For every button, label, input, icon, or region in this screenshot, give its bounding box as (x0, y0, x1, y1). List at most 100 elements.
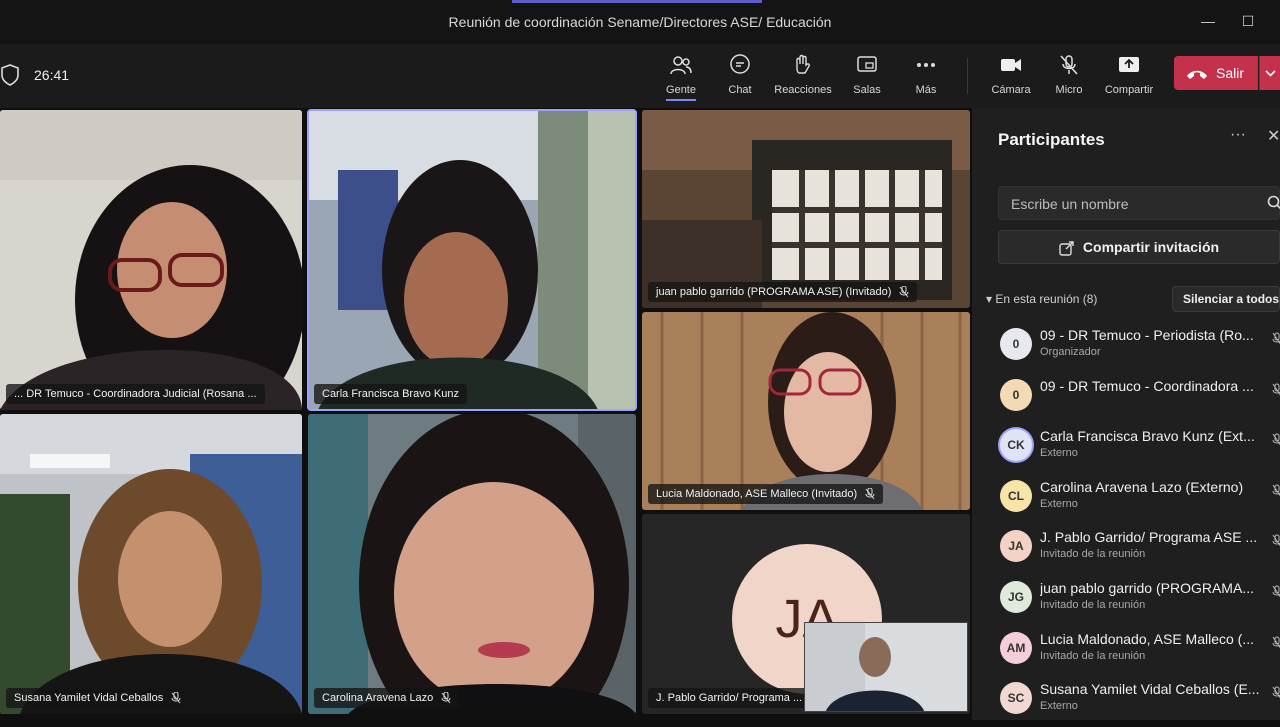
participant-name-label: J. Pablo Garrido/ Programa ... (648, 688, 811, 708)
participant-name-text: Susana Yamilet Vidal Ceballos (14, 692, 164, 704)
mic-label: Micro (1055, 84, 1083, 96)
participant-row[interactable]: CK Carla Francisca Bravo Kunz (Ext... Exte… (972, 423, 1280, 474)
participant-name: J. Pablo Garrido/ Programa ASE ... (1040, 529, 1258, 546)
participant-name-text: Carolina Aravena Lazo (322, 692, 434, 704)
meeting-title: Reunión de coordinación Sename/Directore… (448, 14, 832, 30)
leave-options-button[interactable] (1259, 56, 1280, 90)
participant-role: Externo (1040, 700, 1078, 713)
shield-icon (1, 64, 19, 86)
mic-off-icon (1060, 55, 1078, 75)
share-invite-label: Compartir invitación (1082, 239, 1220, 255)
participant-name: Susana Yamilet Vidal Ceballos (E... (1040, 681, 1260, 698)
camera-label: Cámara (991, 84, 1031, 96)
participant-name-label: ... DR Temuco - Coordinadora Judicial (R… (6, 384, 265, 404)
participant-avatar: JA (1000, 530, 1032, 563)
rooms-button[interactable]: Salas (834, 52, 900, 102)
people-label: Gente (666, 84, 696, 101)
leave-label: Salir (1216, 65, 1245, 81)
participant-search (998, 186, 1280, 220)
participant-name: 09 - DR Temuco - Periodista (Ro... (1040, 327, 1254, 343)
participant-mic-off-icon (1272, 433, 1280, 446)
people-button[interactable]: Gente (648, 52, 714, 102)
share-button[interactable]: Compartir (1096, 52, 1162, 102)
participant-video (0, 414, 302, 714)
mic-off-icon (899, 286, 909, 298)
maximize-button[interactable]: ☐ (1236, 10, 1260, 32)
rooms-icon (857, 56, 877, 72)
participant-row[interactable]: SC Susana Yamilet Vidal Ceballos (E... Ext… (972, 676, 1280, 727)
video-tile[interactable]: Carolina Aravena Lazo (308, 414, 636, 714)
participant-row[interactable]: JG juan pablo garrido (PROGRAMA... Invitad… (972, 575, 1280, 626)
participants-panel: Participantes ··· ✕ Compartir invitación… (972, 108, 1280, 720)
participant-name-label: Carolina Aravena Lazo (314, 688, 460, 708)
more-button[interactable]: Más (893, 52, 959, 102)
video-tile[interactable]: juan pablo garrido (PROGRAMA ASE) (Invit… (642, 110, 970, 308)
chat-label: Chat (728, 84, 752, 96)
video-tile-avatar[interactable]: JA J. Pablo Garrido/ Programa ... (642, 514, 970, 714)
participant-role: Externo (1040, 497, 1078, 510)
participant-avatar: JG (1000, 580, 1032, 613)
camera-button[interactable]: Cámara (978, 52, 1044, 102)
participant-name: Lucia Maldonado, ASE Malleco (... (1040, 630, 1255, 647)
participant-avatar: SC (1000, 682, 1032, 715)
participant-name: Carolina Aravena Lazo (Externo) (1040, 478, 1244, 495)
participant-name-label: Carla Francisca Bravo Kunz (314, 384, 467, 404)
video-stage: ... DR Temuco - Coordinadora Judicial (R… (0, 108, 972, 720)
panel-title: Participantes (998, 130, 1105, 149)
participant-avatar: AM (1000, 631, 1032, 664)
search-icon[interactable] (1267, 195, 1280, 211)
participant-mic-off-icon (1272, 484, 1280, 497)
in-meeting-count: En esta reunión (8) (995, 292, 1098, 306)
participant-role: Externo (1040, 447, 1078, 460)
participant-video (308, 110, 636, 410)
leave-button[interactable]: Salir (1174, 56, 1258, 90)
participant-name-label: Lucia Maldonado, ASE Malleco (Invitado) (648, 484, 884, 504)
participant-row[interactable]: AM Lucia Maldonado, ASE Malleco (... Invit… (972, 626, 1280, 677)
participant-video (642, 312, 970, 510)
share-screen-icon (1119, 57, 1139, 72)
self-video (805, 623, 967, 711)
rooms-label: Salas (853, 84, 881, 96)
video-tile[interactable]: ... DR Temuco - Coordinadora Judicial (R… (0, 110, 302, 410)
reactions-button[interactable]: Reacciones (770, 52, 836, 102)
participant-mic-off-icon (1272, 686, 1280, 699)
panel-more-options-icon[interactable]: ··· (1230, 126, 1246, 144)
reactions-label: Reacciones (774, 84, 832, 96)
camera-icon (1001, 59, 1021, 71)
participant-video (308, 414, 636, 714)
toolbar-divider (967, 58, 968, 94)
self-view-preview[interactable] (804, 622, 968, 712)
mic-off-icon (441, 692, 451, 704)
in-meeting-section-header[interactable]: ▾ En esta reunión (8) (986, 292, 1097, 306)
participant-role: Invitado de la reunión (1040, 598, 1146, 611)
title-bar: Reunión de coordinación Sename/Directore… (0, 0, 1280, 44)
participant-name: Carla Francisca Bravo Kunz (Ext... (1040, 428, 1255, 445)
participant-name-text: juan pablo garrido (PROGRAMA ASE) (Invit… (656, 286, 892, 298)
participant-search-input[interactable] (1011, 194, 1251, 214)
more-icon (917, 63, 935, 67)
share-invite-button[interactable]: Compartir invitación (998, 230, 1280, 264)
minimize-button[interactable]: — (1196, 10, 1220, 32)
share-invite-icon (1059, 241, 1074, 256)
participant-name: 09 - DR Temuco - Coordinadora ... (1040, 377, 1254, 394)
participant-mic-off-icon (1272, 332, 1280, 345)
panel-close-icon[interactable]: ✕ (1267, 126, 1280, 146)
video-tile[interactable]: Susana Yamilet Vidal Ceballos (0, 414, 302, 714)
video-tile-active-speaker[interactable]: Carla Francisca Bravo Kunz (307, 109, 637, 411)
participant-row[interactable]: 0 09 - DR Temuco - Periodista (Ro... Organ… (972, 322, 1280, 373)
participant-name-label: Susana Yamilet Vidal Ceballos (6, 688, 190, 708)
mute-all-button[interactable]: Silenciar a todos (1172, 286, 1280, 312)
chat-button[interactable]: Chat (707, 52, 773, 102)
video-tile[interactable]: Lucia Maldonado, ASE Malleco (Invitado) (642, 312, 970, 510)
participant-row[interactable]: CL Carolina Aravena Lazo (Externo) Externo (972, 474, 1280, 525)
participant-row[interactable]: JA J. Pablo Garrido/ Programa ASE ... Invi… (972, 524, 1280, 575)
participant-mic-off-icon (1272, 534, 1280, 547)
participant-name-text: Lucia Maldonado, ASE Malleco (Invitado) (656, 488, 858, 500)
participant-video (642, 110, 970, 308)
mic-button[interactable]: Micro (1036, 52, 1102, 102)
participant-avatar: 0 (1000, 328, 1032, 360)
participant-row[interactable]: 0 09 - DR Temuco - Coordinadora ... (972, 373, 1280, 424)
participant-mic-off-icon (1272, 383, 1280, 395)
participant-list: 0 09 - DR Temuco - Periodista (Ro... Organ… (972, 322, 1280, 727)
participant-video (0, 110, 302, 410)
